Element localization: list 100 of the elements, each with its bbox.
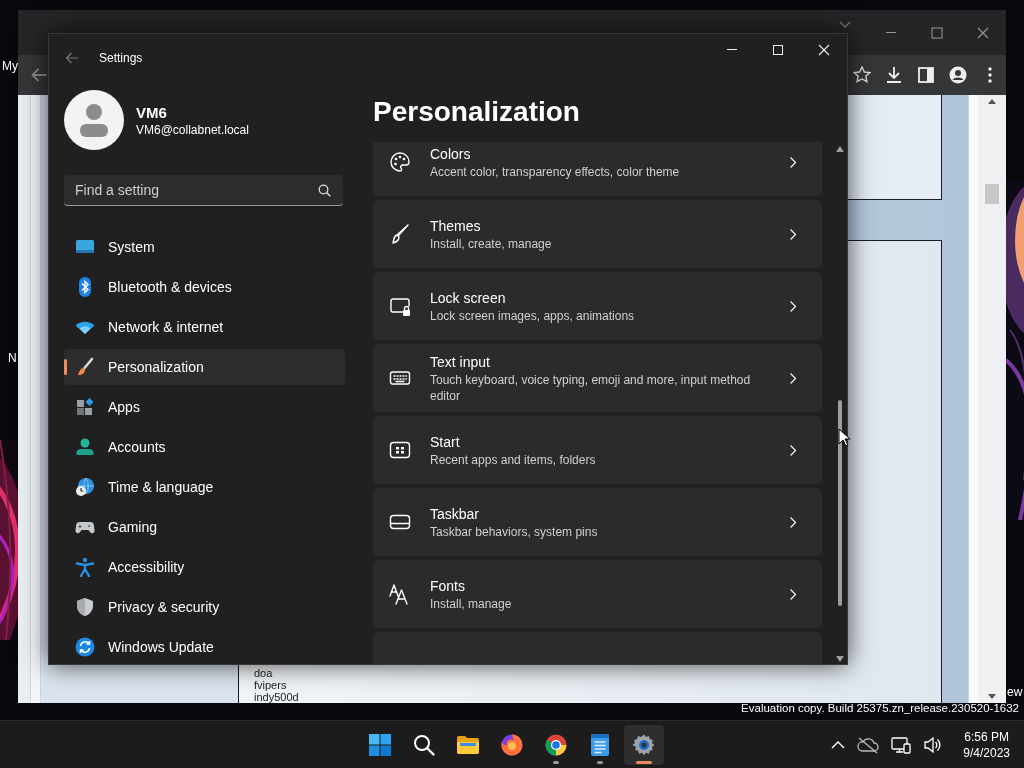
nav-item[interactable]: System bbox=[64, 229, 345, 265]
build-notice: Evaluation copy. Build 25375.zn_release.230520-1632 bbox=[741, 701, 1019, 715]
chevron-right-icon bbox=[789, 227, 797, 241]
lock-screen-icon bbox=[389, 295, 411, 317]
scroll-down-icon[interactable] bbox=[988, 694, 996, 699]
card-subtitle: Lock screen images, apps, animations bbox=[430, 307, 636, 324]
card-subtitle: Recent apps and items, folders bbox=[430, 451, 597, 468]
speaker-icon bbox=[923, 735, 942, 754]
setting-card[interactable]: Themes Install, create, manage bbox=[373, 200, 822, 268]
window-title: Settings bbox=[99, 50, 143, 65]
round-browser-icon bbox=[544, 732, 568, 757]
scrollbar-thumb[interactable] bbox=[838, 400, 842, 606]
apps-icon bbox=[75, 397, 95, 417]
card-title: Taskbar bbox=[430, 504, 481, 524]
chevron-right-icon bbox=[789, 371, 797, 385]
nav-item[interactable]: Network & internet bbox=[64, 309, 345, 345]
card-title: Start bbox=[430, 432, 461, 452]
running-indicator bbox=[553, 760, 559, 764]
card-title: Colors bbox=[430, 144, 472, 164]
scrollbar[interactable] bbox=[978, 95, 1006, 703]
back-arrow-icon bbox=[31, 68, 47, 82]
close-icon bbox=[977, 26, 989, 39]
close-icon bbox=[818, 44, 830, 56]
nav-item[interactable]: Windows Update bbox=[64, 629, 345, 664]
setting-card[interactable]: Lock screen Lock screen images, apps, animations bbox=[373, 272, 822, 340]
scroll-up-icon[interactable] bbox=[988, 99, 996, 104]
card-subtitle: Accent color, transparency effects, color theme bbox=[430, 163, 681, 180]
selection-indicator bbox=[64, 359, 67, 375]
chevron-right-icon bbox=[789, 443, 797, 457]
side-panel-icon bbox=[917, 66, 935, 84]
fox-globe-icon bbox=[500, 732, 524, 757]
back-button[interactable] bbox=[31, 68, 47, 82]
desktop-label: N bbox=[8, 351, 17, 365]
card-subtitle: Install, create, manage bbox=[430, 235, 553, 252]
nav-item[interactable]: Time & language bbox=[64, 469, 345, 505]
card-subtitle: Install, manage bbox=[430, 595, 513, 612]
start-menu-icon bbox=[389, 439, 411, 461]
card-title: Themes bbox=[430, 216, 482, 236]
nav-item[interactable]: Accessibility bbox=[64, 549, 345, 585]
page-text: doa bbox=[254, 667, 274, 679]
accessibility-icon bbox=[75, 557, 95, 577]
running-indicator bbox=[636, 760, 652, 764]
page-text: indy500d bbox=[254, 691, 300, 703]
setting-card[interactable]: Text input Touch keyboard, voice typing, emoji and more, input method editor bbox=[373, 344, 822, 412]
card-subtitle: Touch keyboard, voice typing, emoji and more, input method editor bbox=[430, 371, 752, 404]
nav-item[interactable]: Gaming bbox=[64, 509, 345, 545]
person-silhouette-icon bbox=[80, 103, 108, 137]
download-icon bbox=[885, 66, 903, 84]
crossed-cloud-icon bbox=[857, 735, 880, 754]
taskbar-button[interactable] bbox=[624, 724, 664, 765]
card-subtitle: Taskbar behaviors, system pins bbox=[430, 523, 599, 540]
nav-item[interactable]: Bluetooth & devices bbox=[64, 269, 345, 305]
person-icon bbox=[75, 437, 95, 457]
search-field[interactable]: Find a setting bbox=[64, 175, 343, 206]
scroll-down-icon[interactable] bbox=[836, 656, 844, 662]
scroll-up-icon[interactable] bbox=[836, 146, 844, 152]
chevron-right-icon bbox=[789, 155, 797, 169]
brush-icon bbox=[389, 223, 411, 245]
user-email: VM6@collabnet.local bbox=[136, 121, 249, 138]
scrollbar-thumb[interactable] bbox=[985, 184, 999, 204]
page-heading: Personalization bbox=[373, 95, 581, 129]
setting-card[interactable]: Taskbar Taskbar behaviors, system pins bbox=[373, 488, 822, 556]
nav-item[interactable]: Apps bbox=[64, 389, 345, 425]
person-icon bbox=[949, 66, 967, 84]
nav-item[interactable]: Privacy & security bbox=[64, 589, 345, 625]
clock-time: 6:56 PM bbox=[964, 728, 1009, 745]
chevron-up-icon bbox=[831, 739, 846, 750]
star-icon bbox=[853, 66, 871, 84]
setting-card[interactable]: Fonts Install, manage bbox=[373, 560, 822, 628]
chevron-down-icon bbox=[839, 21, 851, 29]
nav-item[interactable]: Personalization bbox=[64, 349, 345, 385]
cursor-icon bbox=[838, 428, 850, 447]
globe-clock-icon bbox=[75, 477, 95, 497]
card-title: Text input bbox=[430, 352, 491, 372]
more-icon bbox=[988, 67, 992, 83]
gear-icon bbox=[632, 732, 656, 757]
nav-item[interactable]: Accounts bbox=[64, 429, 345, 465]
palette-icon bbox=[389, 151, 411, 173]
card-title: Lock screen bbox=[430, 288, 507, 308]
user-name: VM6 bbox=[136, 102, 168, 122]
paintbrush-icon bbox=[75, 357, 95, 377]
running-indicator bbox=[597, 760, 603, 764]
clock-date: 9/4/2023 bbox=[963, 744, 1010, 761]
desktop-label: ew bbox=[1007, 685, 1023, 699]
setting-card[interactable]: Colors Accent color, transparency effects, color theme bbox=[373, 142, 822, 196]
search-icon bbox=[318, 184, 331, 197]
back-arrow-icon bbox=[65, 51, 79, 64]
maximize-icon bbox=[931, 26, 943, 39]
font-icon bbox=[389, 583, 411, 605]
chevron-right-icon bbox=[789, 515, 797, 529]
desktop-label: My bbox=[2, 59, 18, 73]
maximize-icon bbox=[772, 44, 784, 56]
shield-icon bbox=[75, 597, 95, 617]
chevron-right-icon bbox=[789, 299, 797, 313]
setting-card[interactable]: Start Recent apps and items, folders bbox=[373, 416, 822, 484]
chevron-right-icon bbox=[789, 587, 797, 601]
search-icon bbox=[412, 732, 436, 757]
monitor-icon bbox=[891, 735, 912, 754]
page-text: fvipers bbox=[254, 679, 288, 691]
card-title: Fonts bbox=[430, 576, 466, 596]
